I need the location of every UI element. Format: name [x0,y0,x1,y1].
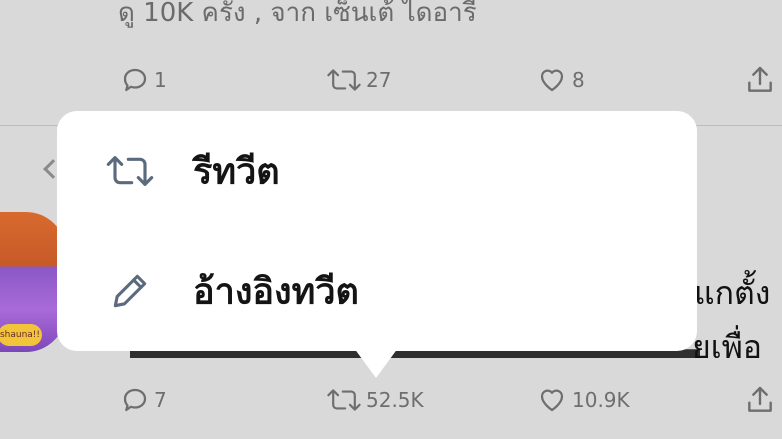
retweet-button[interactable]: 27 [326,60,391,100]
avatar-label: shauna!! [0,324,42,346]
retweet-icon [327,389,361,411]
menu-item-retweet[interactable]: รีทวีต [57,111,697,231]
menu-item-label: อ้างอิงทวีต [193,271,359,313]
previous-tweet-actions: 1 27 8 [0,60,782,100]
share-button[interactable] [744,60,776,100]
tweet-text-line1-tail: แกตั้ง [694,274,771,312]
retweet-icon [105,149,155,193]
menu-pointer [354,348,398,378]
reply-count: 7 [154,388,167,412]
like-count: 8 [572,68,585,92]
heart-icon [540,389,564,412]
share-icon [748,386,772,412]
heart-icon [540,69,564,92]
retweet-count: 27 [366,68,392,92]
retweet-count: 52.5K [366,388,424,412]
previous-tweet-text: ดู 10K ครั้ง , จาก เซ็นเต้ ไดอารี่ [118,0,477,28]
retweet-menu: รีทวีต อ้างอิงทวีต [57,111,697,351]
like-button[interactable]: 10.9K [536,380,630,420]
pencil-icon [105,269,155,313]
reply-button[interactable]: 1 [120,60,167,100]
like-count: 10.9K [572,388,630,412]
retweet-button[interactable]: 52.5K [326,380,424,420]
reply-icon [123,68,147,92]
reply-icon [123,388,147,412]
tweet-text-line2-tail: ยเพื่อ [692,328,762,366]
menu-item-quote-tweet[interactable]: อ้างอิงทวีต [57,231,697,351]
like-button[interactable]: 8 [536,60,585,100]
share-button[interactable] [744,380,776,420]
current-tweet-actions: 7 52.5K 10.9K [0,380,782,420]
reply-count: 1 [154,68,167,92]
share-icon [748,66,772,92]
retweet-icon [327,69,361,91]
reply-button[interactable]: 7 [120,380,167,420]
menu-item-label: รีทวีต [193,151,280,193]
